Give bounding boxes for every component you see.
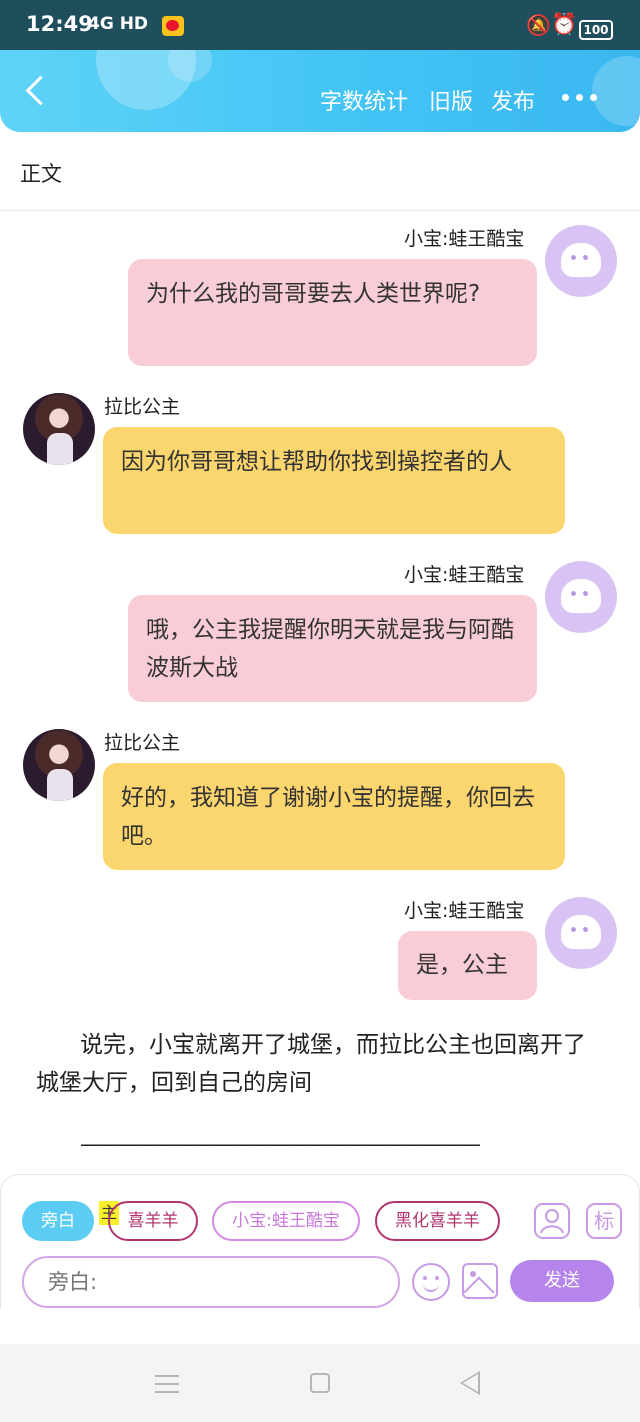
avatar[interactable] xyxy=(545,897,617,969)
emoji-icon[interactable] xyxy=(412,1263,450,1301)
status-bar: 12:49 4G HD 🔕 ⏰ 100 xyxy=(0,0,640,50)
system-nav-bar xyxy=(0,1344,640,1422)
old-version-button[interactable]: 旧版 xyxy=(429,84,473,116)
role-manage-icon[interactable] xyxy=(534,1203,570,1239)
back-icon[interactable] xyxy=(460,1371,480,1395)
publish-button[interactable]: 发布 xyxy=(491,84,535,116)
avatar[interactable] xyxy=(545,561,617,633)
network-indicator: 4G HD xyxy=(88,14,149,34)
weibo-notification-icon xyxy=(162,16,184,36)
back-arrow-icon[interactable] xyxy=(20,72,50,112)
send-button[interactable]: 发送 xyxy=(510,1260,614,1302)
role-chip-xiaobao[interactable]: 小宝:蛙王酷宝 xyxy=(212,1201,360,1241)
mute-icon: 🔕 xyxy=(526,13,551,37)
battery-icon: 100 xyxy=(579,20,613,40)
message-speaker: 拉比公主 xyxy=(104,396,181,418)
message-bubble[interactable]: 是，公主 xyxy=(398,931,537,1000)
message-bubble[interactable]: 因为你哥哥想让帮助你找到操控者的人 xyxy=(103,427,565,534)
top-app-bar: 字数统计 旧版 发布 xyxy=(0,50,640,132)
role-chip-narrator[interactable]: 旁白 xyxy=(22,1201,94,1241)
message-speaker: 小宝:蛙王酷宝 xyxy=(404,228,525,250)
message-bubble[interactable]: 哦，公主我提醒你明天就是我与阿酷波斯大战 xyxy=(128,595,537,702)
role-chip-xiyangyang[interactable]: 喜羊羊 xyxy=(108,1201,198,1241)
alarm-icon: ⏰ xyxy=(551,12,578,36)
message-speaker: 小宝:蛙王酷宝 xyxy=(404,564,525,586)
decoration-bubble xyxy=(592,56,640,126)
narration-text[interactable]: 说完，小宝就离开了城堡，而拉比公主也回离开了城堡大厅，回到自己的房间 xyxy=(36,1026,606,1102)
separator-line: ————————————————————— xyxy=(80,1132,481,1156)
more-options-icon[interactable] xyxy=(562,94,598,104)
person-icon xyxy=(540,1209,564,1234)
home-icon[interactable] xyxy=(310,1373,330,1393)
status-time: 12:49 xyxy=(26,12,93,36)
message-bubble[interactable]: 为什么我的哥哥要去人类世界呢? xyxy=(128,259,537,366)
image-icon[interactable] xyxy=(462,1263,498,1299)
avatar[interactable] xyxy=(545,225,617,297)
avatar[interactable] xyxy=(23,393,95,465)
word-count-button[interactable]: 字数统计 xyxy=(320,84,408,116)
message-bubble[interactable]: 好的，我知道了谢谢小宝的提醒，你回去吧。 xyxy=(103,763,565,870)
divider xyxy=(0,210,640,211)
message-speaker: 小宝:蛙王酷宝 xyxy=(404,900,525,922)
message-input[interactable] xyxy=(22,1256,400,1308)
role-chip-dark-xiyangyang[interactable]: 黑化喜羊羊 xyxy=(375,1201,500,1241)
message-speaker: 拉比公主 xyxy=(104,732,181,754)
tag-icon[interactable]: 标 xyxy=(586,1203,622,1239)
recent-apps-icon[interactable] xyxy=(155,1375,179,1393)
section-title: 正文 xyxy=(20,162,62,186)
avatar[interactable] xyxy=(23,729,95,801)
